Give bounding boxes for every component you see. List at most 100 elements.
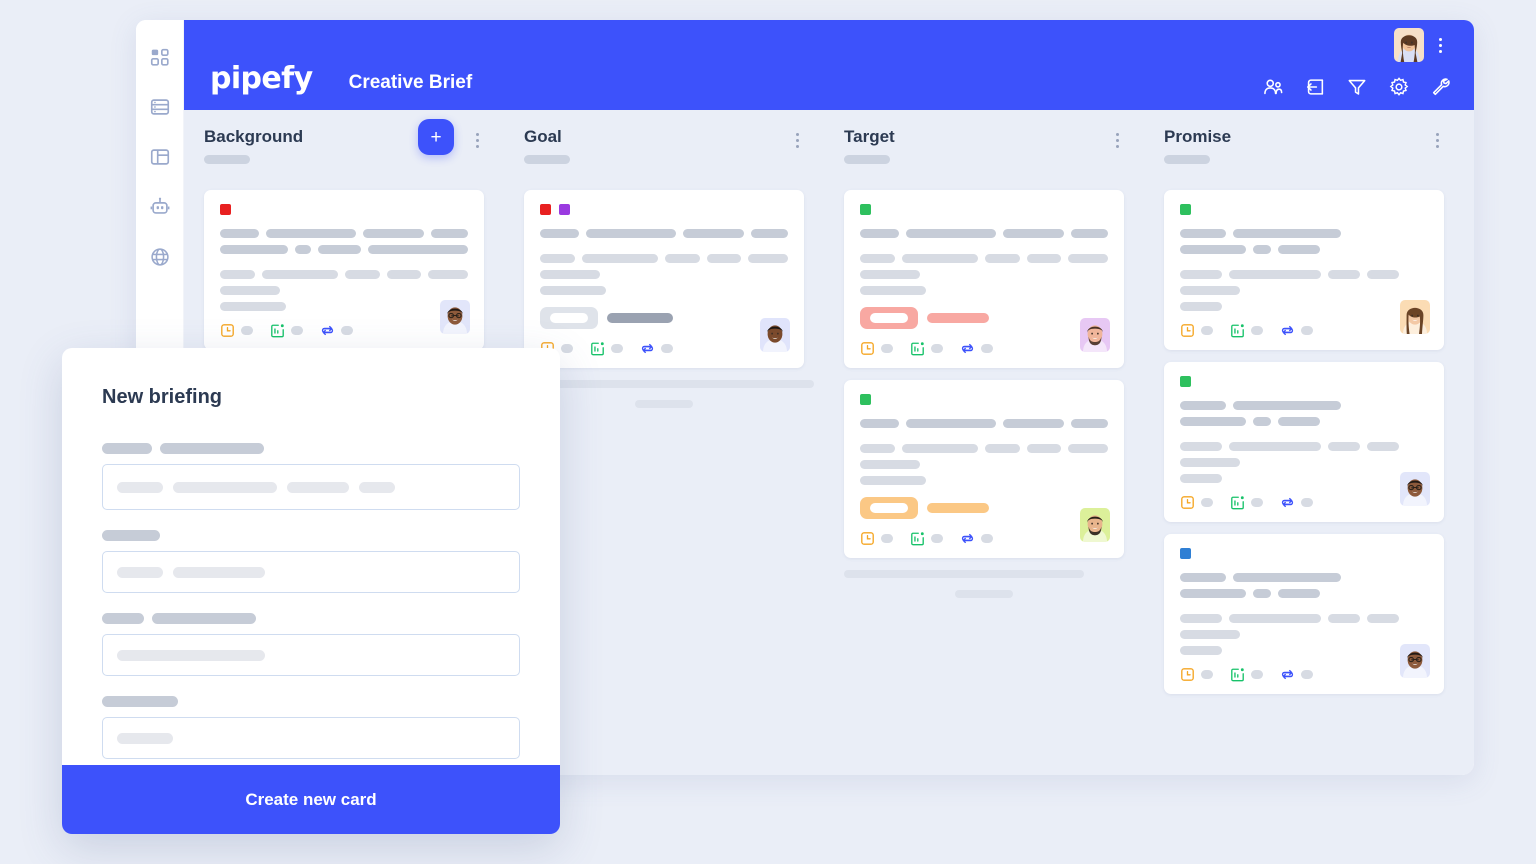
app-header: pipefy Creative Brief <box>184 20 1474 110</box>
sidebar-item-portals[interactable] <box>147 144 173 170</box>
modal-title: New briefing <box>102 386 223 408</box>
board-card[interactable] <box>1164 534 1444 694</box>
modal-field <box>102 613 520 676</box>
clock-square-icon[interactable] <box>1180 495 1195 510</box>
calendar-dot-icon[interactable] <box>590 341 605 356</box>
add-card-button[interactable]: + <box>418 119 454 155</box>
text-input-field[interactable] <box>102 551 520 593</box>
column-header: Target <box>844 128 1124 190</box>
avatar-man-beard <box>1080 318 1110 352</box>
skeleton-bar <box>860 286 926 295</box>
sync-repeat-icon[interactable] <box>960 531 975 546</box>
sync-repeat-icon[interactable] <box>1280 667 1295 682</box>
text-input-field[interactable] <box>102 634 520 676</box>
skeleton-row <box>860 444 1108 453</box>
card-assignee-avatar[interactable] <box>1400 300 1430 334</box>
text-input-field[interactable] <box>102 717 520 759</box>
footer-skeleton-bar <box>524 380 814 388</box>
skeleton-bar <box>1367 270 1399 279</box>
input-value-skeleton <box>117 481 163 493</box>
sync-repeat-icon[interactable] <box>640 341 655 356</box>
card-assignee-avatar[interactable] <box>440 300 470 334</box>
skeleton-bar <box>860 254 895 263</box>
sidebar-item-dashboard[interactable] <box>147 44 173 70</box>
clock-square-icon[interactable] <box>860 341 875 356</box>
text-input-field[interactable] <box>102 464 520 510</box>
members-icon <box>1262 76 1284 98</box>
database-list-icon <box>149 96 171 118</box>
card-assignee-avatar[interactable] <box>1400 472 1430 506</box>
header-filter-button[interactable] <box>1346 76 1368 98</box>
skeleton-bar <box>1253 417 1271 426</box>
more-options-icon[interactable] <box>1432 34 1448 56</box>
card-assignee-avatar[interactable] <box>1400 644 1430 678</box>
sidebar-item-automation[interactable] <box>147 194 173 220</box>
brand-row: pipefy Creative Brief <box>210 64 472 94</box>
calendar-dot-icon[interactable] <box>1230 667 1245 682</box>
gear-settings-icon <box>1388 76 1410 98</box>
globe-icon <box>149 246 171 268</box>
clock-square-icon[interactable] <box>1180 667 1195 682</box>
skeleton-bar <box>1253 589 1271 598</box>
header-tools-button[interactable] <box>1430 76 1452 98</box>
calendar-dot-icon[interactable] <box>910 341 925 356</box>
board-card[interactable] <box>204 190 484 350</box>
calendar-dot-icon[interactable] <box>1230 323 1245 338</box>
board-card[interactable] <box>844 380 1124 558</box>
input-value-skeleton <box>173 566 265 578</box>
column-menu-icon[interactable] <box>790 130 804 150</box>
calendar-dot-icon[interactable] <box>910 531 925 546</box>
input-value-skeleton <box>287 481 349 493</box>
card-badge-row <box>860 307 1108 329</box>
column-subtitle-skeleton <box>204 155 250 164</box>
calendar-dot-icon[interactable] <box>1230 495 1245 510</box>
skeleton-bar <box>1278 245 1320 254</box>
sidebar-item-database[interactable] <box>147 94 173 120</box>
skeleton-bar <box>1180 401 1226 410</box>
clock-square-icon[interactable] <box>220 323 235 338</box>
sync-repeat-icon[interactable] <box>1280 495 1295 510</box>
field-label-skeleton <box>102 696 520 707</box>
skeleton-bar <box>1229 442 1321 451</box>
card-assignee-avatar[interactable] <box>1080 508 1110 542</box>
skeleton-bar <box>1180 417 1246 426</box>
card-color-tag <box>220 204 231 215</box>
pipefy-logo[interactable]: pipefy <box>210 64 313 94</box>
inbox-import-icon <box>1304 76 1326 98</box>
card-assignee-avatar[interactable] <box>1080 318 1110 352</box>
sync-repeat-icon[interactable] <box>1280 323 1295 338</box>
skeleton-bar <box>220 245 288 254</box>
clock-square-icon[interactable] <box>860 531 875 546</box>
header-settings-button[interactable] <box>1388 76 1410 98</box>
avatar[interactable] <box>1394 28 1424 62</box>
card-footer-icons <box>860 341 1108 356</box>
label-bar <box>102 443 152 454</box>
column-title: Goal <box>524 127 562 146</box>
column-menu-icon[interactable] <box>1430 130 1444 150</box>
column-menu-icon[interactable] <box>470 130 484 150</box>
board-card[interactable] <box>1164 190 1444 350</box>
skeleton-row <box>860 476 1108 485</box>
header-inbox-button[interactable] <box>1304 76 1326 98</box>
skeleton-bar <box>1003 419 1064 428</box>
sidebar-item-public[interactable] <box>147 244 173 270</box>
create-new-card-button[interactable]: Create new card <box>62 765 560 834</box>
header-members-button[interactable] <box>1262 76 1284 98</box>
sync-repeat-icon[interactable] <box>320 323 335 338</box>
board-column: Target <box>824 110 1144 775</box>
skeleton-row <box>1180 229 1428 238</box>
clock-square-icon[interactable] <box>1180 323 1195 338</box>
card-color-tag <box>1180 376 1191 387</box>
calendar-dot-icon[interactable] <box>270 323 285 338</box>
card-assignee-avatar[interactable] <box>760 318 790 352</box>
board-card[interactable] <box>844 190 1124 368</box>
card-color-tag <box>860 204 871 215</box>
column-menu-icon[interactable] <box>1110 130 1124 150</box>
board-card[interactable] <box>1164 362 1444 522</box>
skeleton-bar <box>1068 254 1108 263</box>
sync-repeat-icon[interactable] <box>960 341 975 356</box>
skeleton-bar <box>1026 254 1062 263</box>
board-card[interactable] <box>524 190 804 368</box>
